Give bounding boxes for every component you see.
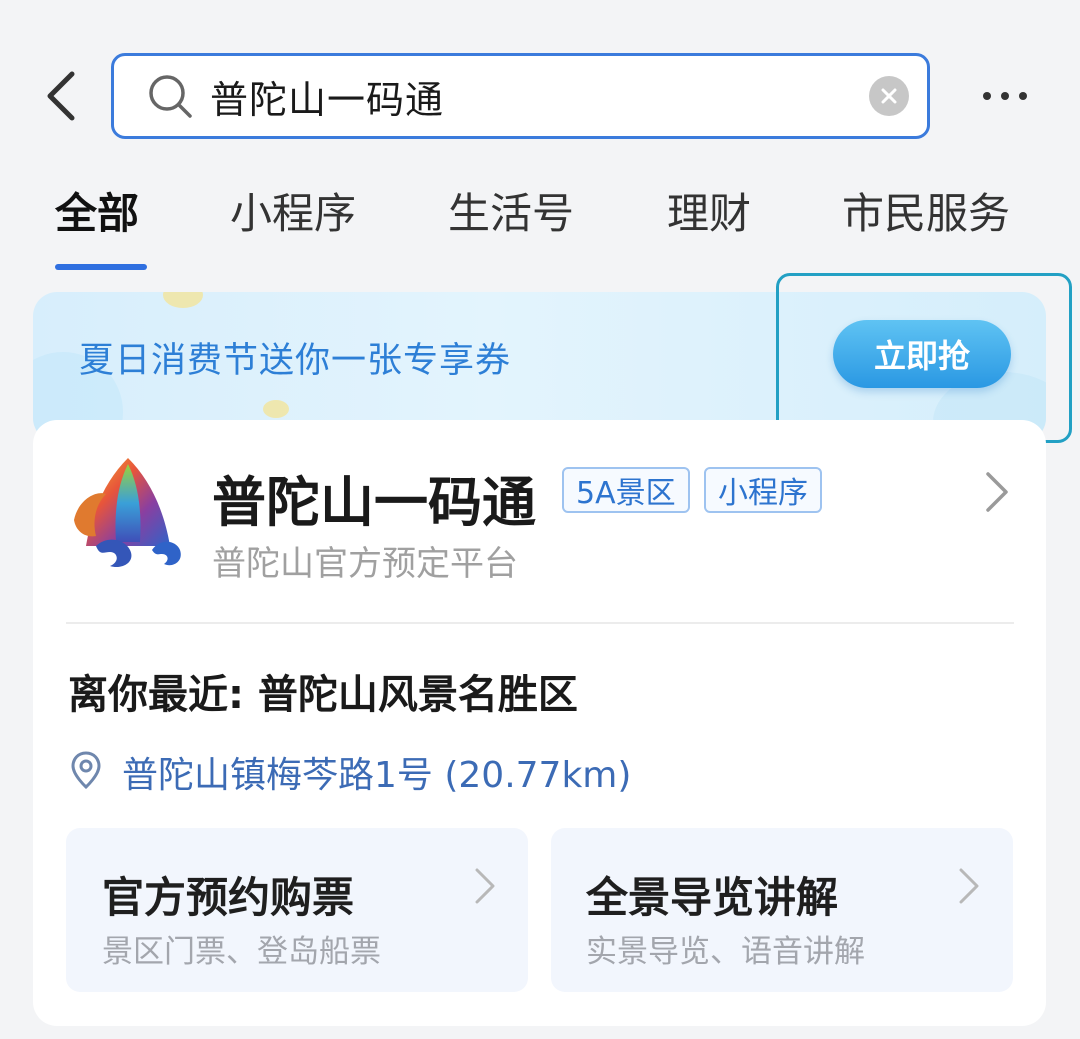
service-subtitle-ticketing: 景区门票、登岛船票 bbox=[102, 934, 381, 970]
promo-text: 夏日消费节送你一张专享券 bbox=[79, 341, 512, 381]
search-results-page: 普陀山一码通 全部 小程序 生活号 理财 市民服务 夏日消费节送你一张专享券 立… bbox=[0, 0, 1080, 1039]
back-button[interactable] bbox=[36, 68, 84, 124]
app-title[interactable]: 普陀山一码通 bbox=[212, 458, 536, 537]
search-query-text[interactable]: 普陀山一码通 bbox=[210, 69, 869, 124]
tab-citizen-services[interactable]: 市民服务 bbox=[842, 180, 1010, 241]
category-tabs: 全部 小程序 生活号 理财 市民服务 bbox=[0, 180, 1080, 250]
tab-mini-programs[interactable]: 小程序 bbox=[230, 180, 356, 241]
chevron-right-icon[interactable] bbox=[982, 470, 1012, 514]
active-tab-indicator bbox=[55, 264, 147, 270]
service-subtitle-guide: 实景导览、语音讲解 bbox=[586, 934, 865, 970]
chevron-right-icon bbox=[956, 866, 982, 906]
chevron-right-icon bbox=[472, 866, 498, 906]
grab-coupon-button[interactable]: 立即抢 bbox=[833, 320, 1011, 388]
more-dot-icon bbox=[1001, 92, 1009, 100]
service-title-ticketing[interactable]: 官方预约购票 bbox=[102, 864, 354, 925]
search-input[interactable]: 普陀山一码通 bbox=[111, 53, 930, 139]
more-options-button[interactable] bbox=[975, 76, 1035, 116]
service-title-guide[interactable]: 全景导览讲解 bbox=[586, 864, 838, 925]
more-dot-icon bbox=[1019, 92, 1027, 100]
nearest-location-heading: 离你最近: 普陀山风景名胜区 bbox=[68, 672, 578, 718]
back-arrow-icon bbox=[47, 71, 75, 121]
app-logo[interactable] bbox=[66, 450, 190, 574]
close-icon bbox=[881, 88, 897, 104]
tab-finance[interactable]: 理财 bbox=[667, 180, 751, 241]
divider bbox=[66, 622, 1014, 624]
search-icon bbox=[146, 71, 196, 121]
tag-scenic-level: 5A景区 bbox=[562, 467, 690, 513]
address-link[interactable]: 普陀山镇梅芩路1号 (20.77km) bbox=[122, 746, 631, 798]
decorative-coin bbox=[163, 292, 203, 308]
more-dot-icon bbox=[983, 92, 991, 100]
tag-mini-program: 小程序 bbox=[704, 467, 822, 513]
location-pin-icon bbox=[68, 750, 104, 790]
clear-search-button[interactable] bbox=[869, 76, 909, 116]
app-subtitle: 普陀山官方预定平台 bbox=[212, 544, 518, 584]
tab-life-accounts[interactable]: 生活号 bbox=[448, 180, 574, 241]
decorative-coin bbox=[263, 400, 289, 418]
tab-all[interactable]: 全部 bbox=[55, 180, 139, 241]
